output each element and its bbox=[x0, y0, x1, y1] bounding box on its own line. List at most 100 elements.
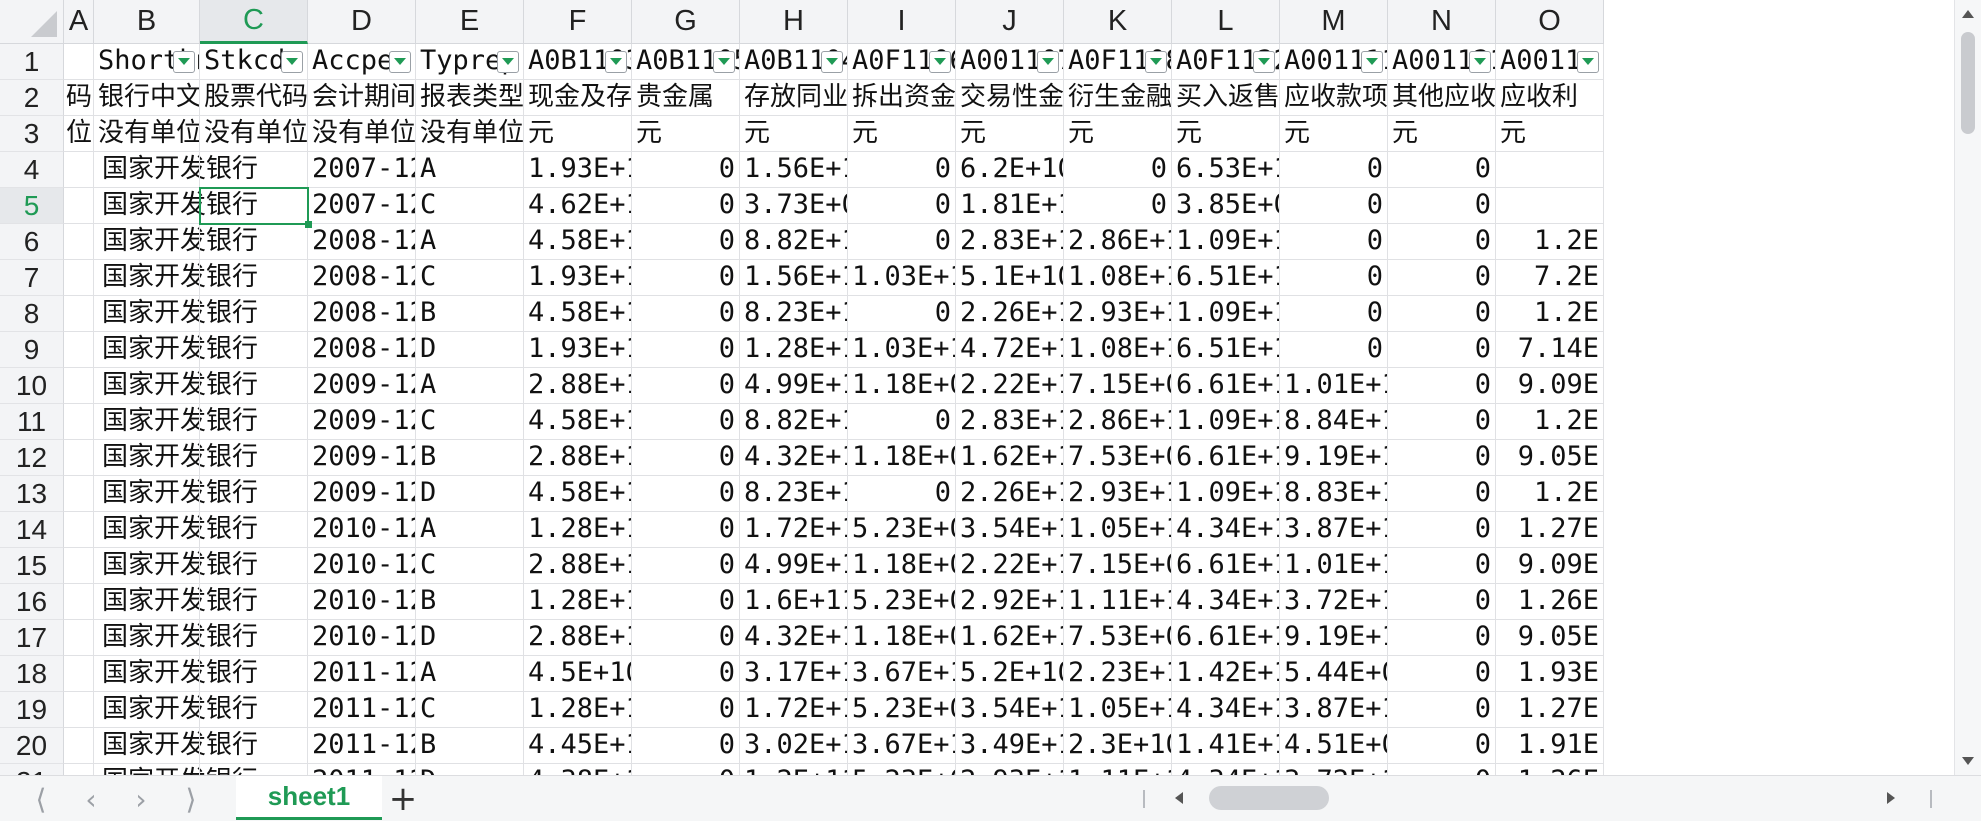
table-cell[interactable]: 4.34E+10 bbox=[1172, 512, 1280, 548]
table-cell[interactable]: 2.26E+10 bbox=[956, 476, 1064, 512]
table-cell[interactable]: 6.53E+10 bbox=[1172, 152, 1280, 188]
table-cell[interactable]: 2009-12-3 bbox=[308, 440, 416, 476]
table-cell[interactable]: 1.2E bbox=[1496, 296, 1604, 332]
row-header-5[interactable]: 5 bbox=[0, 188, 64, 224]
table-cell[interactable]: 0 bbox=[1388, 764, 1496, 775]
table-cell[interactable]: 0 bbox=[1388, 584, 1496, 620]
table-cell[interactable]: 0 bbox=[1280, 260, 1388, 296]
table-cell[interactable]: 4.34E+10 bbox=[1172, 692, 1280, 728]
table-cell[interactable]: 1.09E+10 bbox=[1172, 296, 1280, 332]
table-cell[interactable] bbox=[64, 188, 94, 224]
table-cell[interactable]: 2010-12-3 bbox=[308, 620, 416, 656]
table-cell[interactable]: 1.27E bbox=[1496, 692, 1604, 728]
table-cell[interactable]: 1.26E bbox=[1496, 764, 1604, 775]
table-cell[interactable]: 2011-12-3 bbox=[308, 728, 416, 764]
table-cell[interactable]: 1.18E+09 bbox=[848, 368, 956, 404]
table-cell[interactable] bbox=[64, 764, 94, 775]
table-cell[interactable]: 1.42E+11 bbox=[1172, 656, 1280, 692]
table-cell[interactable] bbox=[200, 620, 308, 656]
table-cell[interactable]: 1.6E+11 bbox=[740, 584, 848, 620]
table-cell[interactable]: 1.03E+10 bbox=[848, 260, 956, 296]
table-cell[interactable]: 国家开发银行 bbox=[94, 548, 258, 584]
table-cell[interactable]: 0 bbox=[632, 152, 740, 188]
table-cell[interactable] bbox=[200, 548, 308, 584]
table-cell[interactable]: 2010-12-3 bbox=[308, 512, 416, 548]
column-header-a[interactable]: A bbox=[64, 0, 94, 44]
table-cell[interactable]: 0 bbox=[848, 296, 956, 332]
table-cell[interactable]: 1.18E+09 bbox=[848, 548, 956, 584]
table-cell[interactable]: 1.72E+11 bbox=[740, 692, 848, 728]
table-cell[interactable]: 8.82E+10 bbox=[740, 224, 848, 260]
table-cell[interactable]: 1.62E+10 bbox=[956, 440, 1064, 476]
table-cell[interactable] bbox=[200, 440, 308, 476]
row-header-9[interactable]: 9 bbox=[0, 332, 64, 368]
column-header-g[interactable]: G bbox=[632, 0, 740, 44]
table-cell[interactable]: 国家开发银行 bbox=[94, 188, 258, 224]
table-cell[interactable]: 6.61E+10 bbox=[1172, 620, 1280, 656]
prev-sheet-button[interactable]: ‹ bbox=[74, 783, 108, 816]
table-cell[interactable]: 5.2E+10 bbox=[956, 656, 1064, 692]
table-cell[interactable]: 8.84E+10 bbox=[1280, 404, 1388, 440]
table-cell[interactable]: 3.72E+10 bbox=[1280, 584, 1388, 620]
table-cell[interactable] bbox=[200, 764, 308, 775]
table-cell[interactable]: 1.18E+09 bbox=[848, 440, 956, 476]
table-cell[interactable]: 0 bbox=[632, 404, 740, 440]
table-cell[interactable]: 0 bbox=[1388, 440, 1496, 476]
row-header-20[interactable]: 20 bbox=[0, 728, 64, 764]
table-cell[interactable]: A bbox=[416, 224, 524, 260]
table-cell[interactable]: C bbox=[416, 548, 524, 584]
table-cell[interactable]: 4.99E+10 bbox=[740, 548, 848, 584]
table-cell[interactable]: 4.34E+10 bbox=[1172, 764, 1280, 775]
table-cell[interactable]: 0 bbox=[1280, 332, 1388, 368]
table-cell[interactable] bbox=[200, 296, 308, 332]
row-header-7[interactable]: 7 bbox=[0, 260, 64, 296]
table-cell[interactable]: 0 bbox=[1388, 404, 1496, 440]
row-header-3[interactable]: 3 bbox=[0, 116, 64, 152]
table-cell[interactable] bbox=[200, 656, 308, 692]
filter-dropdown-icon[interactable] bbox=[821, 51, 843, 73]
scroll-up-icon[interactable] bbox=[1962, 10, 1974, 18]
column-header-l[interactable]: L bbox=[1172, 0, 1280, 44]
table-cell[interactable] bbox=[1496, 152, 1604, 188]
table-cell[interactable]: 3.72E+10 bbox=[1280, 764, 1388, 775]
table-cell[interactable]: 5.1E+10 bbox=[956, 260, 1064, 296]
table-cell[interactable]: 2.26E+10 bbox=[956, 296, 1064, 332]
scroll-left-icon[interactable] bbox=[1175, 792, 1183, 804]
table-cell[interactable]: 国家开发银行 bbox=[94, 728, 258, 764]
table-cell[interactable]: 1.91E bbox=[1496, 728, 1604, 764]
table-cell[interactable]: 0 bbox=[632, 296, 740, 332]
table-cell[interactable]: D bbox=[416, 476, 524, 512]
row-header-1[interactable]: 1 bbox=[0, 44, 64, 80]
column-header-d[interactable]: D bbox=[308, 0, 416, 44]
table-cell[interactable]: 2.23E+10 bbox=[1064, 656, 1172, 692]
table-cell[interactable]: 1.03E+10 bbox=[848, 332, 956, 368]
row-header-21[interactable]: 21 bbox=[0, 764, 64, 775]
table-cell[interactable] bbox=[200, 728, 308, 764]
table-cell[interactable]: C bbox=[416, 260, 524, 296]
select-all-corner[interactable] bbox=[0, 0, 64, 44]
table-cell[interactable]: 3.02E+11 bbox=[740, 728, 848, 764]
table-cell[interactable]: 3.17E+11 bbox=[740, 656, 848, 692]
table-cell[interactable]: 6.51E+10 bbox=[1172, 260, 1280, 296]
table-cell[interactable]: 0 bbox=[1388, 296, 1496, 332]
table-cell[interactable]: 4.72E+10 bbox=[956, 332, 1064, 368]
table-cell[interactable]: 5.23E+08 bbox=[848, 584, 956, 620]
table-cell[interactable]: 0 bbox=[1388, 188, 1496, 224]
table-cell[interactable]: A bbox=[416, 152, 524, 188]
table-cell[interactable]: 国家开发银行 bbox=[94, 584, 258, 620]
table-cell[interactable]: B bbox=[416, 440, 524, 476]
table-cell[interactable]: C bbox=[416, 692, 524, 728]
table-cell[interactable]: 0 bbox=[848, 476, 956, 512]
table-cell[interactable]: 7.53E+09 bbox=[1064, 620, 1172, 656]
table-cell[interactable] bbox=[200, 188, 308, 224]
table-cell[interactable]: 1.26E bbox=[1496, 584, 1604, 620]
table-cell[interactable]: 1.01E+11 bbox=[1280, 368, 1388, 404]
column-header-c[interactable]: C bbox=[200, 0, 308, 44]
row-header-2[interactable]: 2 bbox=[0, 80, 64, 116]
table-cell[interactable]: 2008-12-3 bbox=[308, 296, 416, 332]
table-cell[interactable]: 2011-12-3 bbox=[308, 764, 416, 775]
row-header-15[interactable]: 15 bbox=[0, 548, 64, 584]
table-cell[interactable]: 9.19E+10 bbox=[1280, 620, 1388, 656]
filter-dropdown-icon[interactable] bbox=[1253, 51, 1275, 73]
table-cell[interactable]: 0 bbox=[1388, 656, 1496, 692]
